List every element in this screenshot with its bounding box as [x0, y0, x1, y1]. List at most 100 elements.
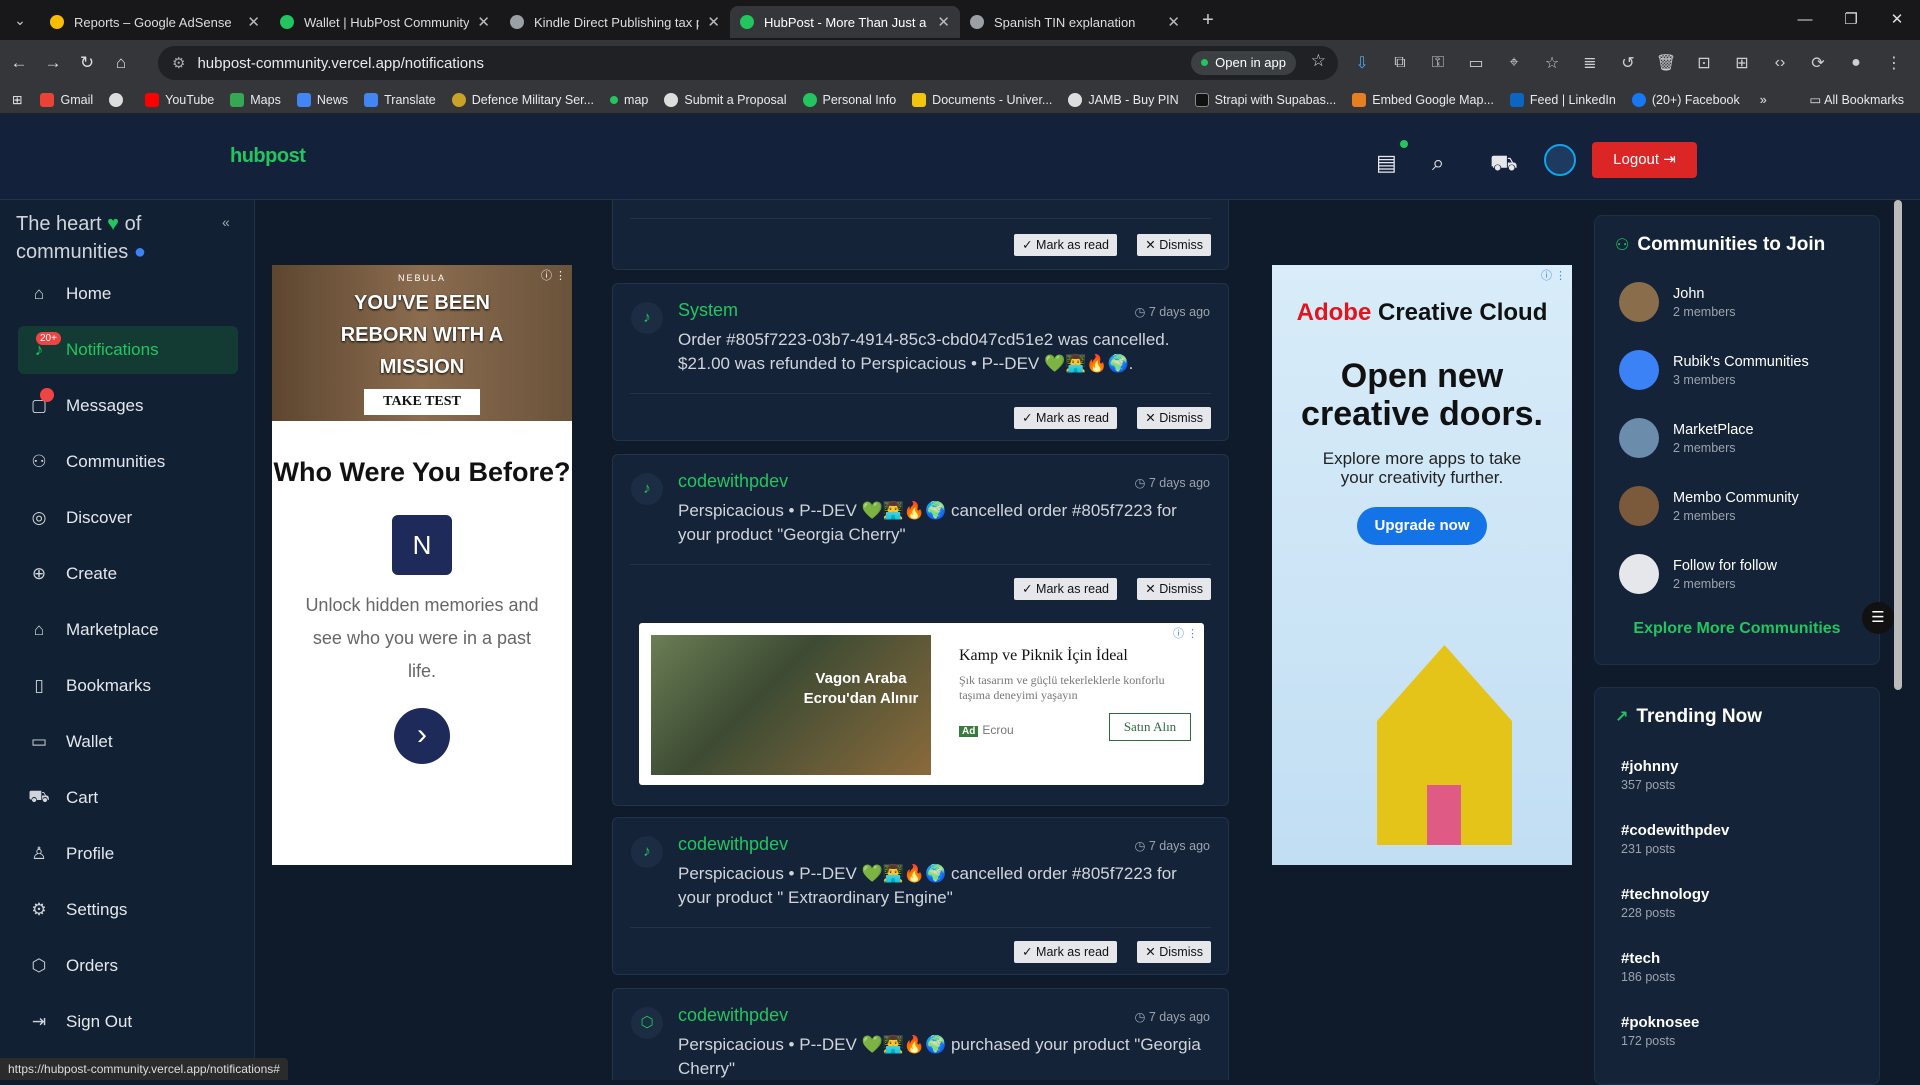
browser-tab[interactable]: Spanish TIN explanation✕ [960, 6, 1190, 38]
dismiss-button[interactable]: ✕ Dismiss [1137, 941, 1211, 963]
mark-as-read-button[interactable]: ✓ Mark as read [1014, 407, 1117, 429]
bookmark-item[interactable]: YouTube [145, 93, 214, 107]
sidebar-item-sign-out[interactable]: ⇥Sign Out [18, 998, 238, 1046]
bookmark-item[interactable]: JAMB - Buy PIN [1068, 93, 1178, 107]
sidebar-item-marketplace[interactable]: ⌂Marketplace [18, 606, 238, 654]
cart-icon[interactable]: ⛟ [1490, 150, 1518, 179]
ad-info-icon[interactable]: ⓘ ⋮ [1173, 625, 1198, 641]
sidebar-item-settings[interactable]: ⚙Settings [18, 886, 238, 934]
bookmark-item[interactable]: map [610, 93, 648, 107]
community-item[interactable]: Rubik's Communities3 members [1619, 350, 1869, 394]
close-tab-icon[interactable]: ✕ [1167, 13, 1180, 31]
community-item[interactable]: John2 members [1619, 282, 1869, 326]
dismiss-button[interactable]: ✕ Dismiss [1137, 407, 1211, 429]
scrollbar-thumb[interactable] [1894, 200, 1902, 690]
bookmark-item[interactable]: Personal Info [803, 93, 897, 107]
collapse-sidebar-icon[interactable]: « [222, 214, 230, 230]
screenshot-icon[interactable]: ⊡ [1685, 53, 1723, 73]
upgrade-now-button[interactable]: Upgrade now [1357, 507, 1487, 545]
sidebar-item-messages[interactable]: ▢Messages [18, 382, 238, 430]
trending-item[interactable]: #codewithpdev231 posts [1621, 822, 1729, 856]
sidebar-item-notifications[interactable]: ♪20+Notifications [18, 326, 238, 374]
community-item[interactable]: Membo Community2 members [1619, 486, 1869, 530]
new-tab-icon[interactable]: + [1190, 9, 1226, 32]
trash-icon[interactable]: 🗑 [1647, 53, 1685, 73]
bookmark-item[interactable]: Feed | LinkedIn [1510, 93, 1616, 107]
apps-grid-icon[interactable]: ⊞ [12, 92, 22, 107]
take-test-button[interactable]: TAKE TEST [364, 389, 480, 415]
explore-communities-link[interactable]: Explore More Communities [1595, 620, 1879, 638]
reload-icon[interactable]: ↻ [72, 53, 102, 73]
close-tab-icon[interactable]: ✕ [247, 13, 260, 31]
download-icon[interactable]: ⇩ [1343, 53, 1381, 73]
search-icon[interactable]: ⌕ [1432, 150, 1444, 176]
more-bookmarks-icon[interactable]: » [1760, 93, 1767, 107]
reading-list-icon[interactable]: ≣ [1571, 53, 1609, 73]
site-info-icon[interactable]: ⚙ [172, 54, 185, 72]
home-icon[interactable]: ⌂ [106, 53, 136, 73]
ad-arrow-button[interactable]: › [394, 708, 450, 764]
sidebar-item-wallet[interactable]: ▭Wallet [18, 718, 238, 766]
sidebar-item-bookmarks[interactable]: ▯Bookmarks [18, 662, 238, 710]
devtools-icon[interactable]: ‹› [1761, 54, 1799, 72]
menu-icon[interactable]: ⋮ [1875, 53, 1913, 73]
browser-tab[interactable]: Kindle Direct Publishing tax pro✕ [500, 6, 730, 38]
profile-avatar-icon[interactable]: ● [1837, 54, 1875, 72]
mark-as-read-button[interactable]: ✓ Mark as read [1014, 578, 1117, 600]
dismiss-button[interactable]: ✕ Dismiss [1137, 234, 1211, 256]
trending-item[interactable]: #poknosee172 posts [1621, 1014, 1699, 1048]
all-bookmarks-button[interactable]: ▭ All Bookmarks [1810, 92, 1904, 107]
sync-icon[interactable]: ⟳ [1799, 53, 1837, 73]
location-icon[interactable]: ⌖ [1495, 54, 1533, 72]
apps-icon[interactable]: ⊞ [1723, 53, 1761, 73]
mark-as-read-button[interactable]: ✓ Mark as read [1014, 941, 1117, 963]
bookmark-item[interactable]: Strapi with Supabas... [1195, 93, 1337, 107]
notification-sender[interactable]: System [678, 300, 738, 321]
close-window-icon[interactable]: ✕ [1874, 0, 1920, 40]
page-scrollbar[interactable] [1894, 200, 1902, 1080]
close-tab-icon[interactable]: ✕ [707, 13, 720, 31]
sidebar-item-orders[interactable]: ⬡Orders [18, 942, 238, 990]
sidebar-item-profile[interactable]: ♙Profile [18, 830, 238, 878]
messages-nav-icon[interactable]: ▤ [1376, 150, 1397, 176]
sidebar-item-communities[interactable]: ⚇Communities [18, 438, 238, 486]
trending-item[interactable]: #johnny357 posts [1621, 758, 1679, 792]
bookmark-item[interactable]: (20+) Facebook [1632, 93, 1740, 107]
bookmark-item[interactable]: Embed Google Map... [1352, 93, 1494, 107]
ad-info-icon[interactable]: ⓘ ⋮ [541, 267, 566, 283]
notification-sender[interactable]: codewithpdev [678, 834, 788, 855]
restore-icon[interactable]: ❐ [1828, 0, 1874, 40]
logout-button[interactable]: Logout ⇥ [1592, 142, 1697, 178]
browser-tab[interactable]: Reports – Google AdSense✕ [40, 6, 270, 38]
bookmark-item[interactable]: News [297, 93, 348, 107]
minimize-icon[interactable]: — [1782, 0, 1828, 40]
notification-sender[interactable]: codewithpdev [678, 471, 788, 492]
open-in-app-button[interactable]: Open in app [1191, 51, 1296, 75]
community-item[interactable]: Follow for follow2 members [1619, 554, 1869, 598]
bookmark-star-icon[interactable]: ☆ [1311, 51, 1326, 71]
inline-ad[interactable]: Vagon Araba Ecrou'dan Alınır Kamp ve Pik… [639, 623, 1204, 785]
sidebar-item-create[interactable]: ⊕Create [18, 550, 238, 598]
inline-ad-buy-button[interactable]: Satın Alın [1109, 713, 1191, 741]
bookmark-item[interactable]: Defence Military Ser... [452, 93, 594, 107]
dismiss-button[interactable]: ✕ Dismiss [1137, 578, 1211, 600]
trending-item[interactable]: #tech186 posts [1621, 950, 1675, 984]
community-item[interactable]: MarketPlace2 members [1619, 418, 1869, 462]
user-avatar[interactable] [1544, 144, 1576, 176]
address-bar[interactable]: ⚙ hubpost-community.vercel.app/notificat… [158, 46, 1338, 80]
bookmark-item[interactable]: Gmail [40, 93, 93, 107]
back-icon[interactable]: ← [4, 53, 34, 73]
tab-search-icon[interactable]: ⌄ [0, 12, 40, 29]
floating-menu-button[interactable]: ☰ [1862, 602, 1894, 634]
bookmark-item[interactable] [109, 93, 129, 107]
trending-item[interactable]: #technology228 posts [1621, 886, 1709, 920]
ad-info-icon[interactable]: ⓘ ⋮ [1541, 267, 1566, 283]
close-tab-icon[interactable]: ✕ [937, 13, 950, 31]
sidebar-item-home[interactable]: ⌂Home [18, 270, 238, 318]
bookmark-item[interactable]: Translate [364, 93, 436, 107]
close-tab-icon[interactable]: ✕ [477, 13, 490, 31]
left-ad-banner[interactable]: NEBULA YOU'VE BEEN REBORN WITH A MISSION… [272, 265, 572, 865]
extensions-icon[interactable]: ⧉ [1381, 54, 1419, 72]
sidebar-item-cart[interactable]: ⛟Cart [18, 774, 238, 822]
browser-tab[interactable]: Wallet | HubPost Community✕ [270, 6, 500, 38]
